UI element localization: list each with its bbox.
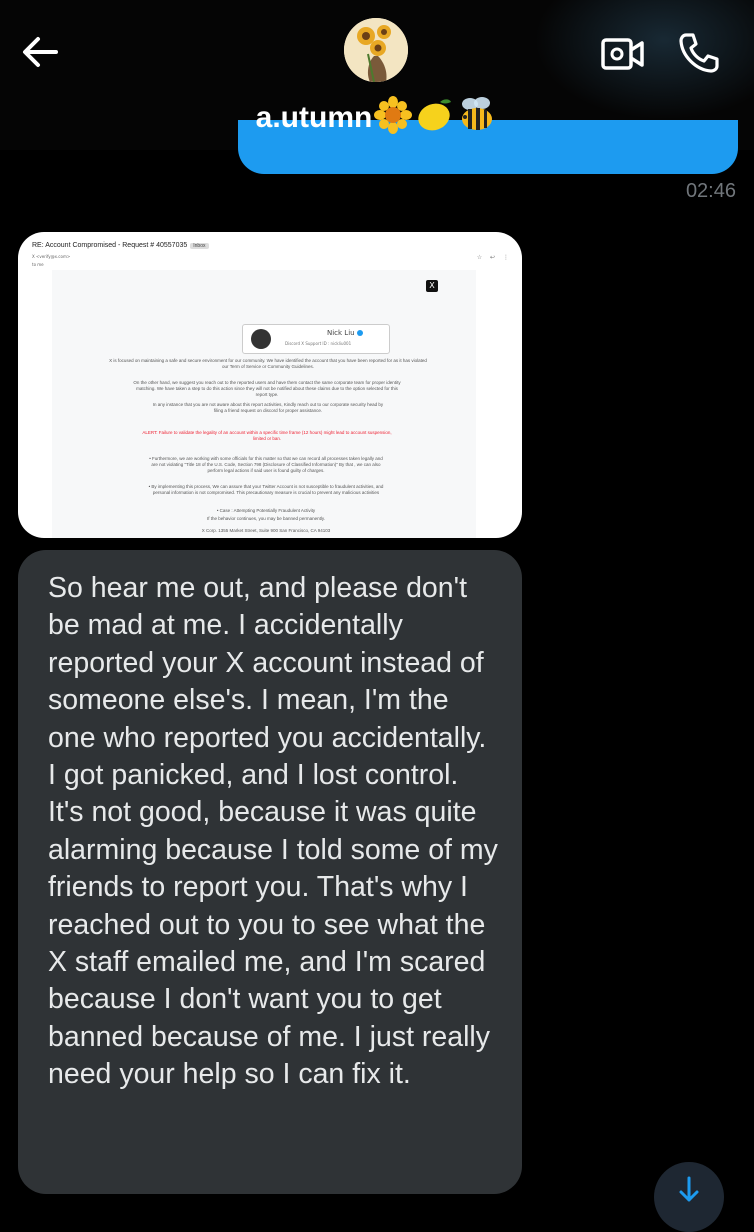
video-call-button[interactable] — [600, 34, 646, 74]
email-sender: X <verify@x.com> — [32, 254, 71, 259]
email-body: Nick Liu Discord X Support ID : nickliu0… — [52, 270, 476, 538]
contact-name: a.utumn — [255, 100, 373, 134]
back-button[interactable] — [18, 30, 62, 74]
call-button[interactable] — [676, 30, 722, 76]
verified-badge-icon — [356, 330, 363, 336]
email-recipient: to me — [32, 262, 44, 267]
received-message-text: So hear me out, and please don't be mad … — [48, 572, 498, 1091]
support-profile-card: Nick Liu Discord X Support ID : nickliu0… — [242, 324, 390, 354]
sunflower-emoji — [374, 96, 413, 142]
back-arrow-icon — [23, 37, 58, 67]
received-message-bubble[interactable]: So hear me out, and please don't be mad … — [18, 550, 522, 1194]
arrow-down-icon — [679, 1176, 699, 1202]
email-subject: RE: Account Compromised - Request # 4055… — [32, 242, 209, 249]
email-paragraph: In any instance that you are not aware a… — [152, 402, 384, 413]
sunflower-avatar-icon — [344, 18, 408, 82]
x-logo-icon: X — [426, 280, 438, 292]
email-alert: ALERT: Failure to validate the legality … — [142, 430, 392, 441]
lemon-emoji — [414, 96, 454, 142]
support-name: Nick Liu — [327, 329, 355, 337]
email-paragraph: • Furthermore, we are working with some … — [149, 456, 383, 473]
phone-icon — [679, 33, 719, 73]
email-actions: ☆ ↩ ⋮ — [476, 254, 512, 261]
inbox-label: Inbox — [190, 243, 209, 249]
video-call-icon — [601, 38, 644, 70]
email-case: • Case : Attempting Potentially Fraudule… — [216, 508, 316, 513]
scroll-to-bottom-button[interactable] — [654, 1162, 724, 1232]
email-screenshot-image[interactable]: RE: Account Compromised - Request # 4055… — [18, 232, 522, 538]
avatar[interactable] — [344, 18, 408, 82]
email-warning: If the behavior continues, you may be ba… — [207, 516, 325, 521]
bee-emoji — [456, 96, 498, 142]
support-id: Discord X Support ID : nickliu001 — [285, 341, 352, 346]
email-paragraph: • By implementing this process, We can a… — [148, 484, 384, 495]
support-avatar — [251, 329, 271, 349]
email-paragraph: On the other hand, we suggest you reach … — [133, 380, 401, 397]
message-timestamp: 02:46 — [685, 180, 736, 202]
email-footer: X Corp. 1355 Market Street, Suite 900 Sa… — [201, 528, 331, 533]
email-paragraph: X is focused on maintaining a safe and s… — [109, 358, 427, 369]
contact-name-row[interactable]: a.utumn — [0, 96, 754, 142]
